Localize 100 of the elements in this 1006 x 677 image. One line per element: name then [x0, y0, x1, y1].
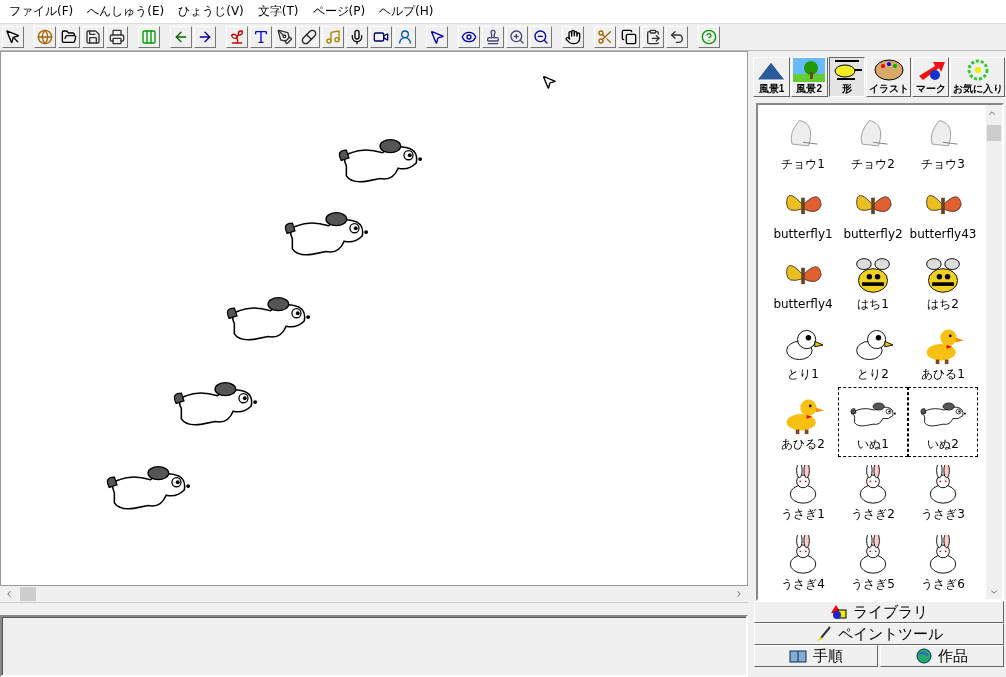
toolbar-button[interactable] [2, 26, 24, 48]
toolbar-button[interactable] [346, 26, 368, 48]
item-label: butterfly4 [773, 297, 833, 312]
menu-item[interactable]: 文字(T) [250, 3, 306, 20]
palette-icon [872, 58, 905, 82]
category-tab[interactable]: マーク [912, 57, 950, 97]
library-item[interactable]: butterfly1 [768, 177, 838, 247]
toolbar-button[interactable] [426, 26, 448, 48]
toolbar-button[interactable] [530, 26, 552, 48]
open-folder-icon [61, 29, 77, 45]
music-icon [325, 29, 341, 45]
library-item[interactable]: はち2 [908, 247, 978, 317]
save-icon [85, 29, 101, 45]
toolbar-button[interactable] [482, 26, 504, 48]
library-item[interactable]: いぬ1 [838, 387, 908, 457]
menu-item[interactable]: ひょうじ(V) [171, 3, 251, 20]
item-label: とり1 [787, 367, 819, 382]
item-label: うさぎ4 [781, 577, 825, 592]
book-icon [789, 649, 807, 663]
library-item[interactable]: butterfly43 [908, 177, 978, 247]
globe-icon [916, 648, 932, 664]
library-item[interactable]: うさぎ6 [908, 527, 978, 597]
scroll-left-icon[interactable] [4, 589, 14, 600]
library-item[interactable]: butterfly2 [838, 177, 908, 247]
menu-item[interactable]: へんしゅう(E) [80, 3, 172, 20]
toolbar-button[interactable] [562, 26, 584, 48]
menu-item[interactable]: ファイル(F) [2, 3, 81, 20]
library-item[interactable]: うさぎ4 [768, 527, 838, 597]
library-item[interactable]: はち1 [838, 247, 908, 317]
category-tab[interactable]: 風景2 [790, 57, 828, 97]
library-item[interactable]: あひる1 [908, 317, 978, 387]
library-item[interactable]: うさぎ1 [768, 457, 838, 527]
vertical-scrollbar[interactable] [986, 105, 1002, 599]
library-item[interactable]: あひる2 [768, 387, 838, 457]
toolbar-button[interactable] [642, 26, 664, 48]
copy-icon [621, 29, 637, 45]
menu-item[interactable]: ヘルプ(H) [372, 3, 441, 20]
toolbar-button[interactable] [298, 26, 320, 48]
scroll-down-icon[interactable] [989, 587, 999, 597]
category-tab[interactable]: イラスト [866, 57, 912, 97]
paste-icon [645, 29, 661, 45]
item-label: うさぎ3 [921, 507, 965, 522]
plant-icon [229, 29, 245, 45]
scroll-up-icon[interactable] [987, 108, 997, 118]
item-label: うさぎ6 [921, 577, 965, 592]
video-camera-icon [373, 29, 389, 45]
library-item[interactable]: うさぎ3 [908, 457, 978, 527]
eye-icon [461, 29, 477, 45]
item-label: いぬ2 [927, 437, 959, 452]
scroll-right-icon[interactable] [734, 589, 744, 600]
library-item[interactable]: チョウ2 [838, 107, 908, 177]
item-label: butterfly1 [773, 227, 833, 242]
item-label: うさぎ5 [851, 577, 895, 592]
toolbar-button[interactable] [370, 26, 392, 48]
toolbar-button[interactable] [170, 26, 192, 48]
toolbar-button[interactable] [82, 26, 104, 48]
toolbar-button[interactable] [274, 26, 296, 48]
item-label: あひる2 [781, 437, 825, 452]
library-item[interactable]: とり2 [838, 317, 908, 387]
undo-icon [669, 29, 685, 45]
toolbar-button[interactable] [106, 26, 128, 48]
library-item[interactable]: とり1 [768, 317, 838, 387]
library-item[interactable]: butterfly4 [768, 247, 838, 317]
library-item[interactable]: チョウ1 [768, 107, 838, 177]
item-label: チョウ1 [781, 157, 825, 172]
category-tab[interactable]: お気に入り [950, 57, 1005, 97]
scrollbar-thumb[interactable] [20, 587, 36, 602]
person-icon [397, 29, 413, 45]
text-icon [253, 29, 269, 45]
category-tab[interactable]: 形 [828, 57, 866, 97]
toolbar-button[interactable] [394, 26, 416, 48]
item-label: いぬ1 [857, 437, 889, 452]
cursor-icon [429, 29, 445, 45]
panel-button[interactable]: ライブラリ [754, 601, 1004, 623]
columns-icon [141, 29, 157, 45]
panel-button[interactable]: ペイントツール [754, 623, 1004, 645]
item-label: チョウ2 [851, 157, 895, 172]
toolbar-button[interactable] [618, 26, 640, 48]
scrollbar-thumb[interactable] [987, 125, 1001, 141]
panel-tab[interactable]: 手順 [754, 645, 878, 667]
library-item[interactable]: いぬ2 [908, 387, 978, 457]
item-label: butterfly43 [909, 227, 977, 242]
tree-icon [793, 58, 826, 82]
panel-tab[interactable]: 作品 [880, 645, 1004, 667]
library-item[interactable]: チョウ3 [908, 107, 978, 177]
toolbar-button[interactable] [666, 26, 688, 48]
item-label: チョウ3 [921, 157, 965, 172]
globe-icon [37, 29, 53, 45]
horizontal-scrollbar[interactable] [0, 586, 748, 604]
toolbar-button[interactable] [458, 26, 480, 48]
item-label: あひる1 [921, 367, 965, 382]
toolbar-button[interactable] [506, 26, 528, 48]
library-item[interactable]: うさぎ2 [838, 457, 908, 527]
toolbar-button[interactable] [58, 26, 80, 48]
category-tab[interactable]: 風景1 [753, 57, 790, 97]
menu-item[interactable]: ページ(P) [305, 3, 373, 20]
toolbar-button[interactable] [194, 26, 216, 48]
scissors-icon [597, 29, 613, 45]
toolbar-button[interactable] [250, 26, 272, 48]
library-item[interactable]: うさぎ5 [838, 527, 908, 597]
